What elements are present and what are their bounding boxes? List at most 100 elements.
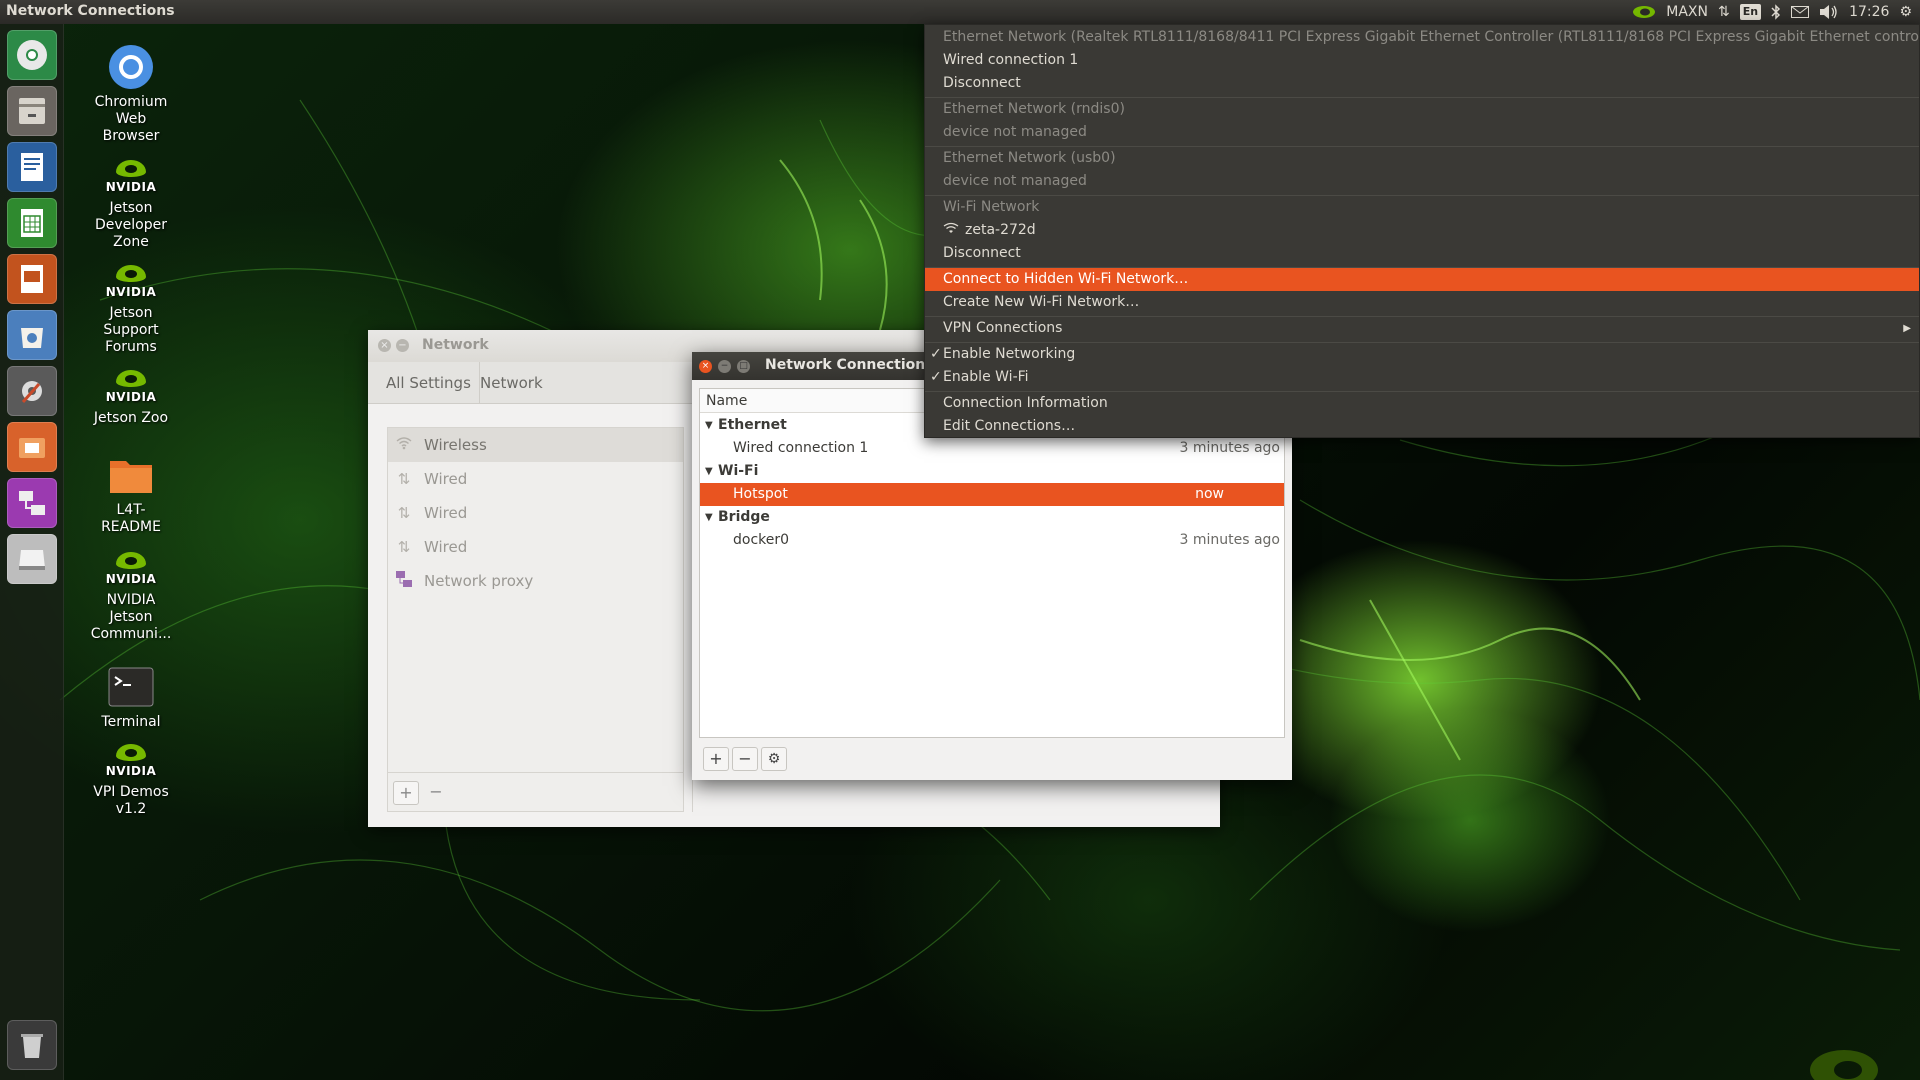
breadcrumb-network[interactable]: Network [472,362,551,404]
menu-item-wifi-zeta[interactable]: zeta-272d [925,219,1919,242]
desktop-icon-label: Browser [102,128,160,144]
desktop-icon-label: Jetson [109,200,153,216]
menu-item-connection-information[interactable]: Connection Information [925,392,1919,415]
menu-item-connect-hidden-wifi[interactable]: Connect to Hidden Wi-Fi Network… [925,268,1919,291]
launcher [0,24,64,1080]
group-row-wifi[interactable]: ▼ Wi-Fi [700,460,1284,483]
menu-item-enable-wifi[interactable]: ✓ Enable Wi-Fi [925,366,1919,389]
keyboard-layout-label: En [1739,4,1762,20]
calc-icon[interactable] [7,198,57,248]
desktop-icon-jetson-zoo[interactable]: NVIDIA Jetson Zoo [81,370,181,427]
files-icon[interactable] [7,422,57,472]
device-list-toolbar: + − [387,772,684,812]
expander-arrow-icon[interactable]: ▼ [705,506,713,529]
wired-icon: ⇅ [397,538,411,556]
sidebar-item-wireless[interactable]: Wireless [388,428,683,462]
menu-item-label: VPN Connections [943,320,1063,336]
desktop-icon-l4t-readme[interactable]: L4T- README [81,452,181,536]
connection-last-used: 3 minutes ago [1179,532,1280,548]
nvidia-logo-icon: NVIDIA [106,744,156,780]
edit-connection-button[interactable]: ⚙ [761,747,787,771]
writer-icon[interactable] [7,142,57,192]
sidebar-item-network-proxy[interactable]: Network proxy [388,564,683,598]
minimize-icon[interactable]: − [396,339,409,352]
sidebar-item-label: Network proxy [424,572,534,590]
desktop-icon-chromium[interactable]: Chromium Web Browser [81,44,181,145]
desktop-icon-label: Terminal [101,714,161,730]
menu-item-label: Enable Wi-Fi [943,369,1029,385]
wifi-icon [394,436,414,454]
sidebar-item-wired-3[interactable]: ⇅ Wired [388,530,683,564]
connection-name: Wired connection 1 [733,440,869,456]
menu-item-wired-connection-1[interactable]: Wired connection 1 [925,49,1919,72]
close-icon[interactable]: × [378,339,391,352]
nvidia-icon[interactable] [1632,5,1656,19]
breadcrumb-all-settings[interactable]: All Settings [378,362,480,404]
desktop-icon-label: VPI Demos [93,784,169,800]
menu-item-disconnect-ethernet[interactable]: Disconnect [925,72,1919,95]
desktop-icon-label: Jetson [109,305,153,321]
desktop-icon-label: Developer [94,217,167,233]
impress-icon[interactable] [7,254,57,304]
sidebar-item-label: Wired [424,470,468,488]
connection-name: docker0 [733,532,790,548]
trash-icon[interactable] [7,1020,57,1070]
menu-item-usb0-status: device not managed [943,173,1087,189]
volume-icon[interactable] [1819,4,1839,20]
menu-item-vpn-connections[interactable]: VPN Connections ▶ [925,317,1919,340]
connection-row[interactable]: Wired connection 1 3 minutes ago [700,437,1284,460]
bluetooth-icon[interactable] [1771,4,1781,20]
mail-icon[interactable] [1791,6,1810,18]
desktop-icon-label: L4T- [116,502,146,518]
desktop-icon-label: v1.2 [115,801,147,817]
desktop-icon-label: Jetson [109,609,153,625]
menu-item-disconnect-wifi[interactable]: Disconnect [925,242,1919,265]
remove-connection-button[interactable]: − [732,747,758,771]
desktop-icon-label: Communi... [90,626,172,642]
expander-arrow-icon[interactable]: ▼ [705,460,713,483]
chromium-icon [108,44,154,90]
network-indicator-menu: Ethernet Network (Realtek RTL8111/8168/8… [924,24,1920,438]
menu-item-edit-connections[interactable]: Edit Connections… [925,415,1919,438]
top-panel: Network Connections MAXN ⇅ En 17:26 ⚙ [0,0,1920,24]
connection-name: Hotspot [733,486,788,502]
maximize-icon[interactable]: □ [737,360,750,373]
file-cabinet-icon[interactable] [7,86,57,136]
gear-icon[interactable]: ⚙ [1899,0,1912,24]
desktop-icon-jetson-support-forums[interactable]: NVIDIA Jetson Support Forums [81,265,181,356]
menu-item-enable-networking[interactable]: ✓ Enable Networking [925,343,1919,366]
desktop-icon-terminal[interactable]: Terminal [81,664,181,731]
nvidia-logo-icon: NVIDIA [106,552,156,588]
sidebar-item-wired-1[interactable]: ⇅ Wired [388,462,683,496]
system-settings-icon[interactable] [7,366,57,416]
indicator-area: MAXN ⇅ En 17:26 ⚙ [1632,0,1912,24]
desktop-icon-label: NVIDIA [106,592,156,608]
remove-device-button[interactable]: − [423,781,449,805]
desktop-icon-nvidia-jetson-community[interactable]: NVIDIA NVIDIA Jetson Communi... [81,552,181,643]
desktop-icon-vpi-demos[interactable]: NVIDIA VPI Demos v1.2 [81,744,181,818]
nvidia-power-mode[interactable]: MAXN [1666,0,1708,24]
close-icon[interactable]: × [699,360,712,373]
add-connection-button[interactable]: + [703,747,729,771]
wired-icon: ⇅ [397,470,411,488]
drive-icon[interactable] [7,534,57,584]
clock[interactable]: 17:26 [1849,0,1889,24]
menu-item-create-wifi-network[interactable]: Create New Wi-Fi Network… [925,291,1919,314]
nvidia-watermark-logo [1808,1044,1880,1080]
group-row-bridge[interactable]: ▼ Bridge [700,506,1284,529]
desktop-icon-jetson-developer-zone[interactable]: NVIDIA Jetson Developer Zone [81,160,181,251]
network-transfer-icon[interactable]: ⇅ [1718,0,1730,24]
sidebar-item-wired-2[interactable]: ⇅ Wired [388,496,683,530]
connections-tree: Name ▼ Ethernet Wired connection 1 3 min… [699,388,1285,738]
chromium-icon[interactable] [7,30,57,80]
terminal-icon [108,664,154,710]
keyboard-layout-indicator[interactable]: En [1739,4,1762,20]
minimize-icon[interactable]: − [718,360,731,373]
add-device-button[interactable]: + [393,781,419,805]
active-window-title: Network Connections [6,3,175,19]
connection-row[interactable]: docker0 3 minutes ago [700,529,1284,552]
expander-arrow-icon[interactable]: ▼ [705,414,713,437]
software-center-icon[interactable] [7,310,57,360]
connection-row-selected[interactable]: Hotspot now [700,483,1284,506]
network-icon[interactable] [7,478,57,528]
